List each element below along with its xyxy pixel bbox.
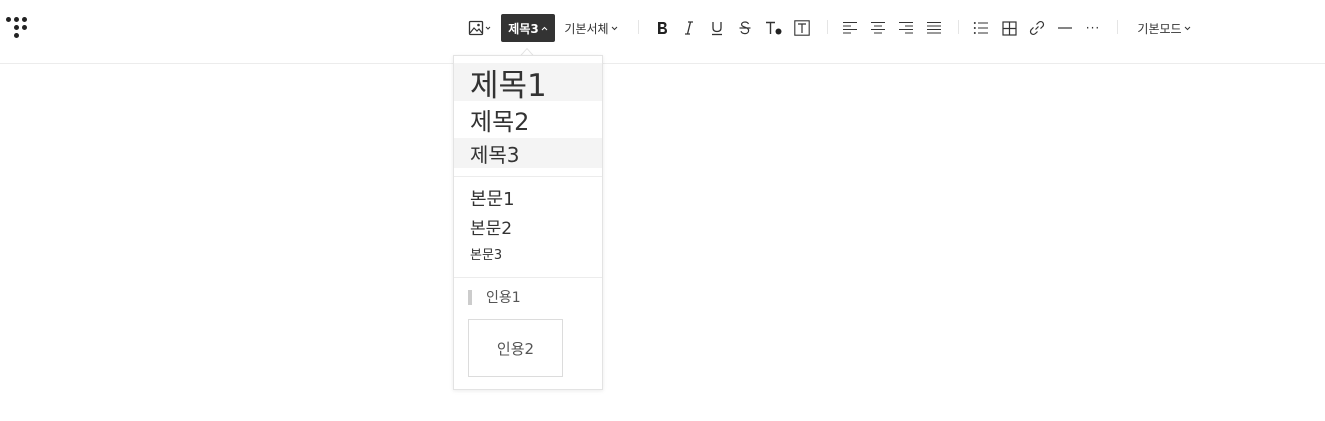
editor-content-area[interactable] bbox=[0, 65, 450, 421]
chevron-up-icon bbox=[541, 26, 548, 30]
horizontal-line-icon bbox=[1058, 27, 1072, 29]
editor-toolbar: 제목3 기본서체 ··· 기본모드 bbox=[0, 0, 1325, 64]
chevron-down-icon bbox=[611, 26, 617, 30]
quote-option-2[interactable]: 인용2 bbox=[468, 319, 563, 377]
heading-option-1[interactable]: 제목1 bbox=[454, 63, 602, 104]
align-left-button[interactable] bbox=[840, 14, 860, 42]
italic-icon bbox=[685, 21, 693, 35]
bold-button[interactable] bbox=[652, 14, 672, 42]
insert-image-button[interactable] bbox=[466, 14, 494, 42]
body-option-1[interactable]: 본문1 bbox=[454, 185, 602, 211]
heading-option-3[interactable]: 제목3 bbox=[454, 138, 602, 168]
align-center-button[interactable] bbox=[868, 14, 888, 42]
text-background-button[interactable] bbox=[792, 14, 812, 42]
mode-select[interactable]: 기본모드 bbox=[1134, 14, 1194, 42]
horizontal-rule-button[interactable] bbox=[1055, 14, 1075, 42]
more-button[interactable]: ··· bbox=[1082, 14, 1104, 42]
body-option-3[interactable]: 본문3 bbox=[454, 243, 602, 263]
text-color-button[interactable] bbox=[763, 14, 785, 42]
quote-option-1-label: 인용1 bbox=[486, 290, 521, 306]
toolbar-divider bbox=[1117, 20, 1118, 34]
toolbar-divider bbox=[638, 20, 639, 34]
align-justify-button[interactable] bbox=[924, 14, 944, 42]
table-icon bbox=[1001, 20, 1017, 36]
heading-option-2[interactable]: 제목2 bbox=[454, 102, 602, 136]
dropdown-divider bbox=[454, 277, 602, 278]
heading-dropdown: 제목1 제목2 제목3 본문1 본문2 본문3 인용1 인용2 bbox=[453, 55, 603, 390]
mode-select-label: 기본모드 bbox=[1137, 21, 1182, 36]
text-background-icon bbox=[794, 20, 810, 36]
more-icon: ··· bbox=[1085, 21, 1101, 35]
strikethrough-icon bbox=[739, 21, 751, 35]
dropdown-divider bbox=[454, 176, 602, 177]
strikethrough-button[interactable] bbox=[735, 14, 755, 42]
italic-button[interactable] bbox=[680, 14, 698, 42]
font-select[interactable]: 기본서체 bbox=[561, 14, 621, 42]
quote-option-2-label: 인용2 bbox=[496, 339, 535, 358]
image-icon bbox=[468, 20, 491, 36]
heading-select-label: 제목3 bbox=[508, 21, 539, 36]
align-right-icon bbox=[899, 21, 913, 34]
bold-icon bbox=[658, 22, 667, 34]
chevron-down-icon bbox=[1184, 26, 1190, 30]
quote-option-1[interactable]: 인용1 bbox=[468, 288, 521, 306]
font-select-label: 기본서체 bbox=[564, 21, 609, 36]
align-left-icon bbox=[843, 21, 857, 34]
align-center-icon bbox=[871, 21, 885, 34]
toolbar-divider bbox=[958, 20, 959, 34]
insert-table-button[interactable] bbox=[999, 14, 1019, 42]
body-option-2[interactable]: 본문2 bbox=[454, 214, 602, 239]
underline-button[interactable] bbox=[707, 14, 727, 42]
list-icon bbox=[973, 22, 988, 34]
underline-icon bbox=[712, 22, 722, 36]
quote-bar bbox=[468, 289, 472, 305]
heading-select[interactable]: 제목3 bbox=[501, 14, 555, 42]
logo-icon[interactable] bbox=[6, 15, 32, 41]
bullet-list-button[interactable] bbox=[971, 14, 991, 42]
align-right-button[interactable] bbox=[896, 14, 916, 42]
toolbar-divider bbox=[827, 20, 828, 34]
align-justify-icon bbox=[927, 21, 941, 34]
text-color-icon bbox=[766, 21, 782, 35]
link-icon bbox=[1029, 20, 1045, 36]
insert-link-button[interactable] bbox=[1027, 14, 1047, 42]
